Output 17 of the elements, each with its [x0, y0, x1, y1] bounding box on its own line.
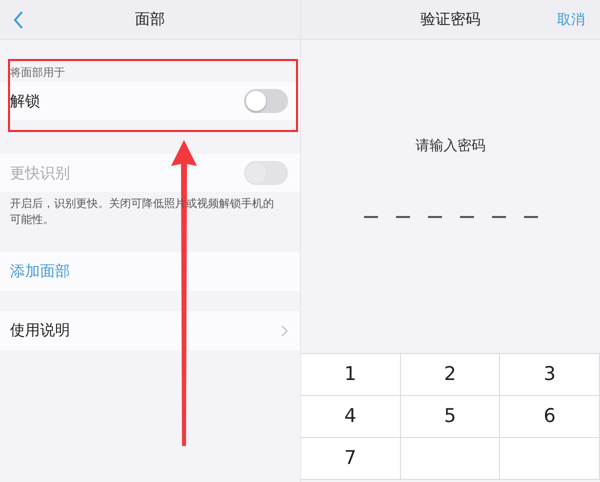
screen-title: 验证密码: [420, 9, 480, 30]
chevron-icon: [281, 324, 288, 336]
prompt-text: 请输入密码: [414, 137, 486, 156]
keypad-key[interactable]: 3: [500, 354, 600, 396]
back-icon[interactable]: [14, 11, 24, 29]
keypad-key[interactable]: 6: [500, 396, 600, 438]
section-label: 将面部用于: [9, 65, 66, 81]
setting-label: 更快识别: [10, 162, 70, 184]
toggle-switch[interactable]: [244, 89, 288, 113]
menu-item[interactable]: 使用说明: [10, 319, 70, 342]
keypad-key[interactable]: 1: [301, 354, 401, 396]
screen-title: 面部: [135, 9, 165, 30]
keypad-key[interactable]: 7: [301, 438, 401, 480]
setting-label: 解锁: [10, 90, 40, 112]
keypad-key[interactable]: 4: [301, 396, 401, 438]
keypad-key[interactable]: 5: [400, 396, 500, 438]
keypad-key[interactable]: 2: [400, 354, 500, 396]
